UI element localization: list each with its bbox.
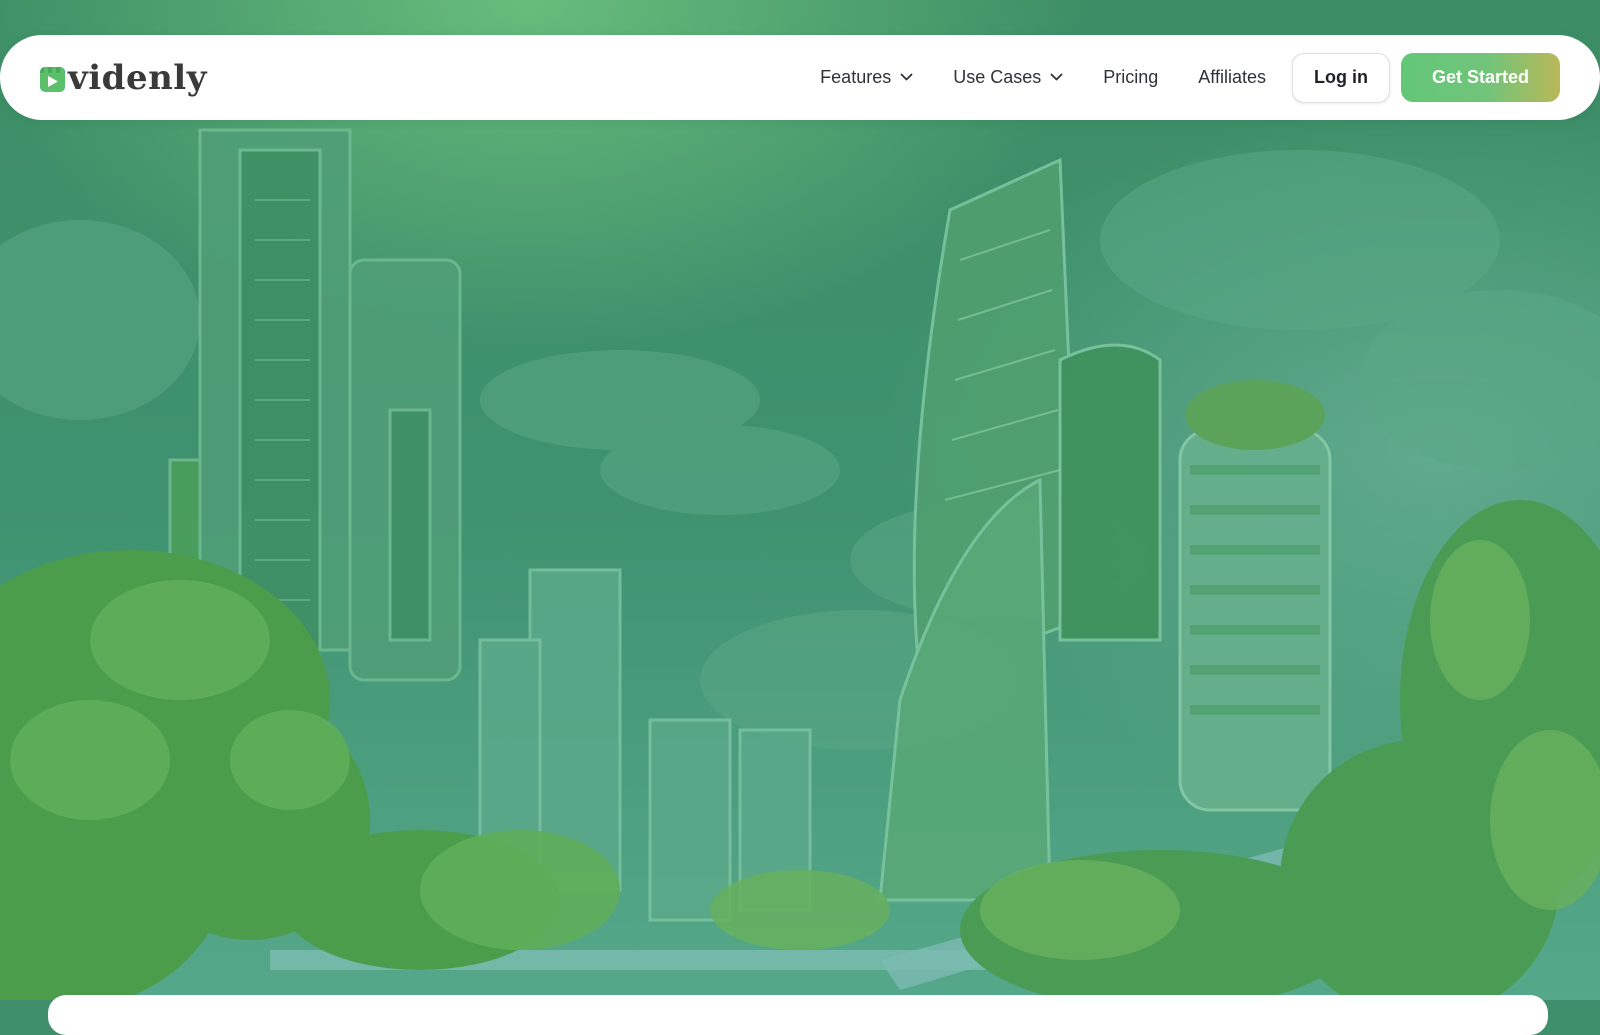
- chevron-down-icon: [1050, 73, 1063, 82]
- hero-background: [0, 0, 1600, 1000]
- brand-logo-link[interactable]: videnly: [40, 61, 207, 95]
- chevron-down-icon: [900, 73, 913, 82]
- nav-item-label: Use Cases: [953, 67, 1042, 87]
- nav-item-affiliates[interactable]: Affiliates: [1198, 67, 1266, 88]
- main-nav: Features Use Cases Pricing Affiliates Lo…: [820, 52, 1560, 103]
- nav-item-features[interactable]: Features: [820, 67, 913, 88]
- nav-item-use-cases[interactable]: Use Cases: [953, 67, 1063, 88]
- video-play-icon: [40, 66, 65, 92]
- login-button[interactable]: Log in: [1291, 52, 1390, 103]
- hero-content-card: [48, 995, 1548, 1035]
- get-started-button[interactable]: Get Started: [1400, 53, 1560, 102]
- nav-item-label: Features: [820, 67, 892, 87]
- top-navbar: videnly Features Use Cases Pricing Affil…: [0, 35, 1600, 120]
- nav-item-pricing[interactable]: Pricing: [1103, 67, 1158, 88]
- brand-name: videnly: [68, 57, 207, 98]
- futuristic-city-illustration: [0, 0, 1600, 1000]
